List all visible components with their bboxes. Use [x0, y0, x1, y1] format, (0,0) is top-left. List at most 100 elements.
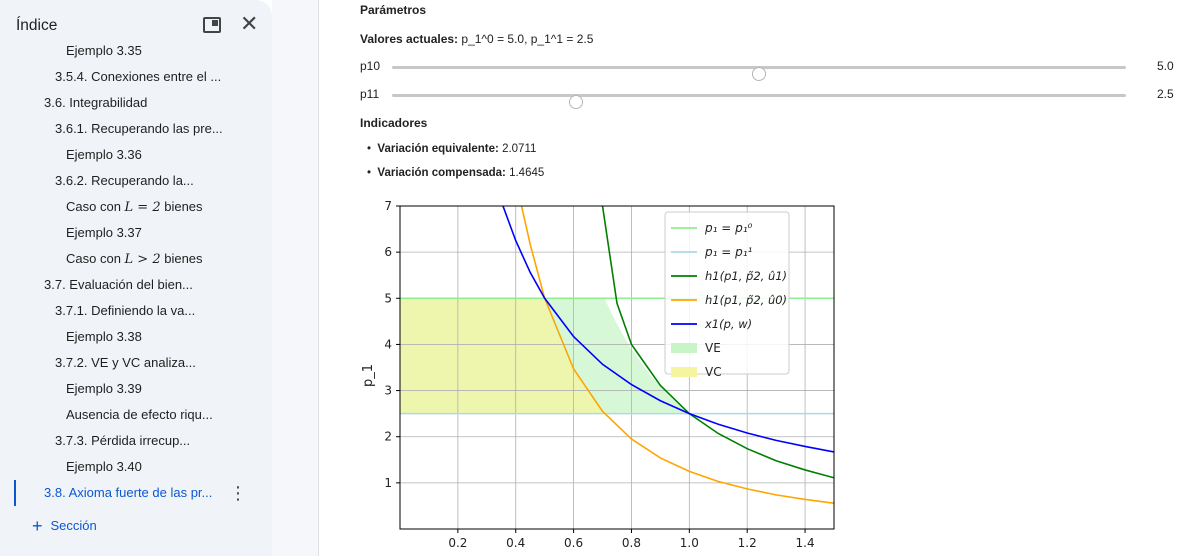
- toc-item-label: Ejemplo 3.40: [66, 459, 142, 474]
- toc-item-label: 3.6.1. Recuperando las pre...: [55, 121, 223, 136]
- slider-p10-label: p10: [360, 59, 381, 73]
- current-values-text: p_1^0 = 5.0, p_1^1 = 2.5: [461, 32, 594, 46]
- slider-p10: p10 5.0: [360, 59, 1180, 81]
- legend-label: p₁ = p₁¹: [704, 245, 753, 259]
- toc-item[interactable]: Caso con L > 2 bienes: [0, 246, 250, 272]
- x-tick-label: 0.8: [622, 536, 641, 550]
- indicator-ve-label: Variación equivalente:: [377, 143, 499, 155]
- slider-p11-track[interactable]: [392, 94, 1126, 109]
- y-tick-label: 2: [384, 430, 392, 444]
- x-tick-label: 0.2: [448, 536, 467, 550]
- x-tick-label: 1.4: [796, 536, 815, 550]
- legend-swatch: [671, 343, 697, 353]
- toc-item[interactable]: 3.7.2. VE y VC analiza...: [0, 350, 250, 376]
- legend-label: h1(p1, p̃2, û1): [705, 269, 787, 283]
- toc-item-label: Ejemplo 3.38: [66, 329, 142, 344]
- legend-swatch: [671, 367, 697, 377]
- y-tick-label: 7: [384, 199, 392, 213]
- toc-item[interactable]: 3.7. Evaluación del bien...: [0, 272, 250, 298]
- legend-label: p₁ = p₁⁰: [704, 221, 753, 235]
- y-tick-label: 6: [384, 245, 392, 259]
- sidebar-title: Índice: [16, 17, 58, 34]
- toc-item-label: Ejemplo 3.39: [66, 381, 142, 396]
- x-tick-label: 0.6: [564, 536, 583, 550]
- dock-window-icon[interactable]: [203, 17, 221, 33]
- toc-item[interactable]: 3.6.1. Recuperando las pre...: [0, 116, 250, 142]
- params-heading: Parámetros: [360, 3, 427, 17]
- indicator-vc-label: Variación compensada:: [377, 167, 506, 179]
- toc-item-label: Caso con L > 2 bienes: [66, 246, 203, 273]
- toc-item-label: 3.7.2. VE y VC analiza...: [55, 355, 196, 370]
- close-icon[interactable]: ✕: [240, 13, 258, 35]
- slider-p10-value: 5.0: [1157, 59, 1174, 73]
- legend-label: h1(p1, p̃2, û0): [705, 293, 787, 307]
- plus-icon: +: [32, 516, 43, 536]
- legend-label: VC: [705, 365, 722, 379]
- toc-item-label: Ejemplo 3.35: [66, 43, 142, 58]
- toc-item[interactable]: 3.8. Axioma fuerte de las pr... ⋮: [0, 480, 250, 506]
- y-tick-label: 4: [384, 337, 392, 351]
- toc-item-label: Caso con L = 2 bienes: [66, 194, 203, 221]
- sidebar-header: Índice ✕: [16, 13, 264, 38]
- slider-p10-track[interactable]: [392, 66, 1126, 81]
- toc-item-label: 3.6. Integrabilidad: [44, 95, 148, 110]
- toc-item-label: 3.7. Evaluación del bien...: [44, 277, 193, 292]
- toc-item-label-pre: Caso con: [66, 251, 125, 266]
- toc-item-math: L = 2: [124, 200, 161, 215]
- toc-item[interactable]: 3.6. Integrabilidad: [0, 90, 250, 116]
- toc-item[interactable]: 3.7.1. Definiendo la va...: [0, 298, 250, 324]
- demand-chart: 0.2 0.4 0.6 0.8 1.0 1.2 1.41234567p_1p₁ = p₁⁰p…: [361, 199, 835, 550]
- x-tick-label: 1.2: [738, 536, 757, 550]
- toc-item[interactable]: Ejemplo 3.35: [0, 40, 250, 64]
- toc-list: Ejemplo 3.35 3.5.4. Conexiones entre el .…: [0, 40, 272, 510]
- toc-item[interactable]: Ejemplo 3.40: [0, 454, 250, 480]
- indicator-ve-value: 2.0711: [502, 143, 537, 155]
- slider-p10-thumb[interactable]: [752, 67, 766, 81]
- current-values-label: Valores actuales:: [360, 32, 459, 46]
- y-tick-label: 5: [384, 291, 392, 305]
- add-section-button[interactable]: + Sección: [32, 516, 97, 536]
- indicators-heading: Indicadores: [360, 116, 428, 130]
- toc-item[interactable]: Ejemplo 3.38: [0, 324, 250, 350]
- legend: p₁ = p₁⁰ p₁ = p₁¹ h1(p1, p̃2, û1) h1(p1, p̃…: [664, 211, 790, 379]
- toc-item-label: 3.7.1. Definiendo la va...: [55, 303, 196, 318]
- toc-item-label-pre: Caso con: [66, 199, 125, 214]
- active-indicator: [14, 480, 16, 506]
- y-tick-label: 1: [384, 476, 392, 490]
- toc-item[interactable]: Ejemplo 3.39: [0, 376, 250, 402]
- legend-label: VE: [705, 341, 721, 355]
- toc-item-label: 3.8. Axioma fuerte de las pr...: [44, 485, 213, 500]
- toc-item[interactable]: Ejemplo 3.36: [0, 142, 250, 168]
- sidebar-gutter: [272, 0, 318, 556]
- toc-item-label-post: bienes: [160, 199, 203, 214]
- area-group: [400, 298, 690, 414]
- indicator-ve: • Variación equivalente: 2.0711: [367, 143, 537, 155]
- slider-p11-thumb[interactable]: [568, 95, 583, 109]
- y-axis-label: p_1: [361, 364, 376, 387]
- indicator-vc-value: 1.4645: [509, 167, 545, 179]
- y-tick-label: 3: [384, 384, 392, 398]
- toc-item-label-post: bienes: [160, 251, 203, 266]
- toc-item-math: L > 2: [124, 252, 161, 267]
- x-tick-label: 0.4: [506, 536, 525, 550]
- add-section-label: Sección: [50, 518, 97, 533]
- toc-item-label: Ejemplo 3.37: [66, 225, 142, 240]
- slider-p11-label: p11: [360, 87, 380, 101]
- slider-p11: p11 2.5: [360, 87, 1180, 109]
- legend-label: x1(p, w): [704, 317, 752, 331]
- toc-item[interactable]: Caso con L = 2 bienes: [0, 194, 250, 220]
- toc-item-label: Ejemplo 3.36: [66, 147, 142, 162]
- toc-item[interactable]: Ausencia de efecto riqu...: [0, 402, 250, 428]
- toc-item[interactable]: Ejemplo 3.37: [0, 220, 250, 246]
- indicator-vc: • Variación compensada: 1.4645: [367, 167, 545, 179]
- toc-item-label: 3.5.4. Conexiones entre el ...: [55, 69, 222, 84]
- toc-item-label: Ausencia de efecto riqu...: [66, 407, 213, 422]
- toc-item-label: 3.6.2. Recuperando la...: [55, 173, 194, 188]
- sidebar-toc: Índice ✕ Ejemplo 3.35 3.5.4. Conexiones e…: [0, 0, 272, 556]
- x-tick-label: 1.0: [680, 536, 699, 550]
- more-vert-icon[interactable]: ⋮: [229, 480, 247, 506]
- toc-item[interactable]: 3.5.4. Conexiones entre el ...: [0, 64, 250, 90]
- toc-item-label: 3.7.3. Pérdida irrecup...: [55, 433, 191, 448]
- toc-item[interactable]: 3.6.2. Recuperando la...: [0, 168, 250, 194]
- toc-item[interactable]: 3.7.3. Pérdida irrecup...: [0, 428, 250, 454]
